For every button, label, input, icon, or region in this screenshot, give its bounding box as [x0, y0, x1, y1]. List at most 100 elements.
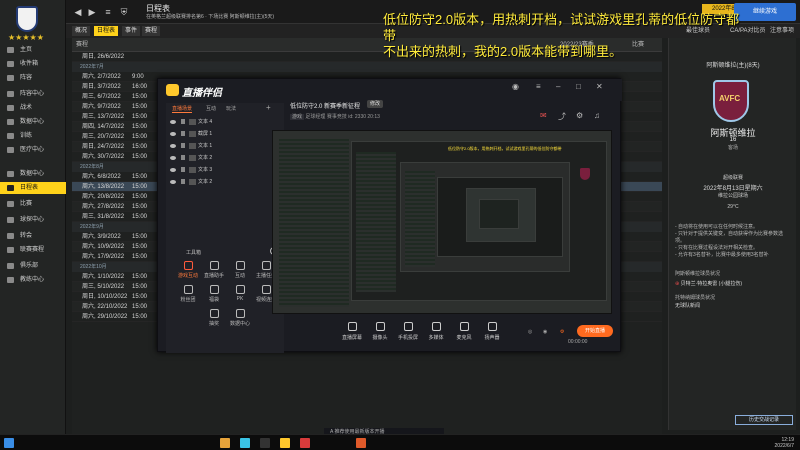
forward-arrow-icon[interactable]: ▶	[86, 6, 98, 18]
lock-icon[interactable]	[181, 143, 185, 148]
stream-category[interactable]: 游戏	[290, 114, 305, 120]
caption-line-1: 低位防守2.0版本，用热刺开档，试试游戏里孔蒂的低位防守都带	[383, 12, 740, 43]
sidebar-item[interactable]: 阵容	[0, 72, 66, 84]
sidebar-item[interactable]: 训练	[0, 130, 66, 142]
browser-icon[interactable]	[240, 438, 250, 448]
notes-button[interactable]: 注意事项	[770, 26, 794, 36]
minimize-icon[interactable]: –	[556, 82, 560, 91]
back-arrow-icon[interactable]: ◀	[72, 6, 84, 18]
tab-events[interactable]: 事件	[122, 26, 141, 36]
stream-source-button[interactable]: 多媒体	[424, 322, 448, 341]
tool-button[interactable]: 直播助手	[202, 261, 226, 279]
visibility-icon[interactable]	[170, 156, 176, 160]
visibility-icon[interactable]	[170, 168, 176, 172]
lock-icon[interactable]	[181, 167, 185, 172]
stream-source-button[interactable]: 手机投屏	[396, 322, 420, 341]
lock-icon[interactable]	[181, 119, 185, 124]
sidebar-item[interactable]: 教练中心	[0, 274, 66, 286]
tab-fixtures[interactable]: 赛程	[142, 26, 161, 36]
continue-button[interactable]: 继续游戏	[734, 3, 796, 21]
close-icon[interactable]: ✕	[596, 82, 603, 91]
sidebar-item[interactable]: 数据中心	[0, 116, 66, 128]
tool-button[interactable]: 粉丝团	[176, 285, 200, 303]
camera-toggle-icon[interactable]: ◎	[528, 329, 532, 335]
tool-button[interactable]: 抽奖	[202, 309, 226, 327]
stream-source-button[interactable]: 直播屏幕	[340, 322, 364, 341]
tool-button[interactable]: 数据中心	[228, 309, 252, 327]
sidebar-item[interactable]: 主页	[0, 44, 66, 56]
preview-schedule-list	[279, 139, 349, 307]
tab-overview[interactable]: 概况	[72, 26, 91, 36]
folder-icon[interactable]	[220, 438, 230, 448]
scene-item[interactable]: 文本 2	[166, 153, 284, 163]
visibility-icon[interactable]	[170, 180, 176, 184]
streaming-app-taskbar-icon[interactable]	[280, 438, 290, 448]
match-date-cell: 周日, 24/7/2022	[82, 144, 125, 150]
stadium-name: 维拉公园球场	[717, 193, 748, 199]
club-badge-icon[interactable]: ⛨	[118, 6, 130, 18]
scene-item[interactable]: 文本 1	[166, 141, 284, 151]
sidebar-item-label: 转会	[20, 233, 33, 239]
club-crest-icon[interactable]	[16, 6, 38, 32]
lock-icon[interactable]	[181, 131, 185, 136]
sidebar-item[interactable]: 俱乐部	[0, 260, 66, 272]
tab-gameplay[interactable]: 玩法	[226, 105, 236, 112]
gift-icon[interactable]: ✉	[540, 111, 547, 120]
tab-live-scene[interactable]: 直播场景	[172, 105, 193, 113]
sidebar-item[interactable]: 战术	[0, 102, 66, 114]
match-date-cell: 周六, 6/8/2022	[82, 174, 121, 180]
sidebar-item[interactable]: 阵容中心	[0, 88, 66, 100]
navigation-menu-icon[interactable]: ≡	[102, 6, 114, 18]
lock-icon[interactable]	[181, 155, 185, 160]
match-time-cell: 15:00	[132, 304, 148, 310]
visibility-icon[interactable]	[170, 132, 176, 136]
sidebar-item[interactable]: 比赛	[0, 198, 66, 210]
scene-item[interactable]: 文本 4	[166, 117, 284, 127]
avatar[interactable]: ◉	[512, 82, 519, 91]
stream-source-button[interactable]: 麦克风	[452, 322, 476, 341]
tool-button[interactable]: 游戏互动	[176, 261, 200, 279]
scene-item[interactable]: 文本 2	[166, 177, 284, 187]
tool-button[interactable]: PK	[228, 285, 252, 302]
eye-icon[interactable]: ◉	[543, 329, 547, 335]
stream-source-button[interactable]: 扬声器	[480, 322, 504, 341]
app-taskbar-icon[interactable]	[356, 438, 366, 448]
head-to-head-button[interactable]: 历史交战记录	[735, 415, 793, 425]
tab-schedule[interactable]: 日程表	[94, 26, 119, 36]
stream-source-button[interactable]: 摄像头	[368, 322, 392, 341]
sidebar-item[interactable]: 医疗中心	[0, 144, 66, 156]
notification-icon[interactable]: ♫	[594, 111, 600, 120]
settings-gear-icon[interactable]: ⚙	[576, 111, 583, 120]
sidebar-item[interactable]: 日程表	[0, 182, 66, 194]
visibility-icon[interactable]	[170, 120, 176, 124]
match-time-cell: 15:00	[132, 114, 148, 120]
add-scene-icon[interactable]: +	[266, 103, 271, 112]
start-live-button[interactable]: 开始直播	[577, 325, 613, 337]
scene-item[interactable]: 截屏 1	[166, 129, 284, 139]
tool-button[interactable]: 福袋	[202, 285, 226, 303]
share-icon[interactable]: ⤴	[558, 111, 566, 122]
match-date: 2022年8月13日星期六	[703, 186, 763, 192]
visibility-icon[interactable]	[170, 144, 176, 148]
sidebar-item[interactable]: 收件箱	[0, 58, 66, 70]
edit-title-button[interactable]: 修改	[367, 100, 384, 108]
football-manager-taskbar-icon[interactable]	[260, 438, 270, 448]
sidebar-item[interactable]: 球探中心	[0, 214, 66, 226]
sidebar-item[interactable]: 数据中心	[0, 168, 66, 180]
sidebar-item[interactable]: 联赛赛程	[0, 244, 66, 256]
tool-button[interactable]: 互动	[228, 261, 252, 279]
stream-source-icon	[459, 322, 469, 331]
competition-name: 超级联赛	[722, 175, 743, 181]
lock-icon[interactable]	[181, 179, 185, 184]
menu-icon[interactable]: ≡	[536, 82, 541, 91]
maximize-icon[interactable]: □	[576, 82, 581, 91]
sidebar-item[interactable]: 转会	[0, 230, 66, 242]
settings-icon[interactable]: ⚙	[560, 329, 564, 335]
media-app-icon[interactable]	[300, 438, 310, 448]
tab-interaction[interactable]: 互动	[206, 105, 216, 112]
start-icon[interactable]	[4, 438, 14, 448]
tool-label: 福袋	[208, 297, 219, 303]
sidebar-item-label: 数据中心	[20, 171, 45, 177]
match-date-cell: 周六, 1/10/2022	[82, 274, 125, 280]
scene-item[interactable]: 文本 3	[166, 165, 284, 175]
